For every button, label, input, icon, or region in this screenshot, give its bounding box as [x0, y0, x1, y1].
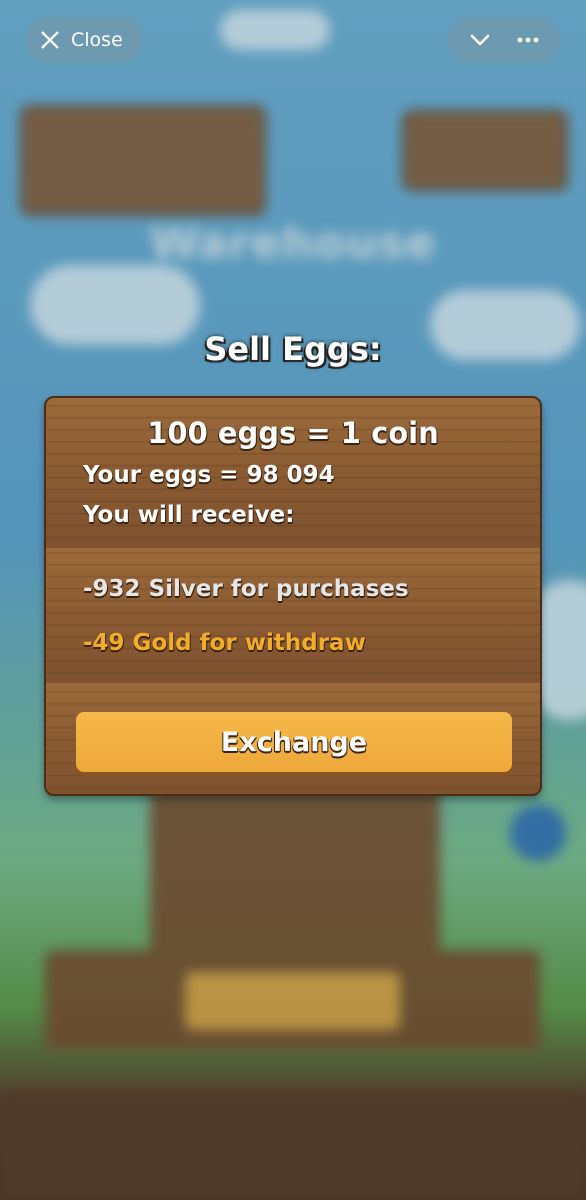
close-label: Close [71, 29, 123, 51]
close-icon [41, 31, 59, 49]
close-button[interactable]: Close [25, 17, 143, 63]
chevron-down-icon[interactable] [467, 27, 493, 53]
exchange-button[interactable]: Exchange [76, 712, 512, 772]
plank [46, 548, 540, 686]
dialog-title: Sell Eggs: [204, 330, 382, 368]
your-eggs: Your eggs = 98 094 [83, 462, 335, 488]
sell-eggs-dialog: 100 eggs = 1 coin Your eggs = 98 094 You… [44, 396, 542, 796]
gold-amount: -49 Gold for withdraw [83, 630, 366, 656]
top-right-controls [448, 17, 560, 63]
receive-label: You will receive: [83, 502, 295, 528]
more-icon[interactable] [515, 27, 541, 53]
silver-amount: -932 Silver for purchases [83, 576, 409, 602]
exchange-rate: 100 eggs = 1 coin [147, 416, 439, 450]
